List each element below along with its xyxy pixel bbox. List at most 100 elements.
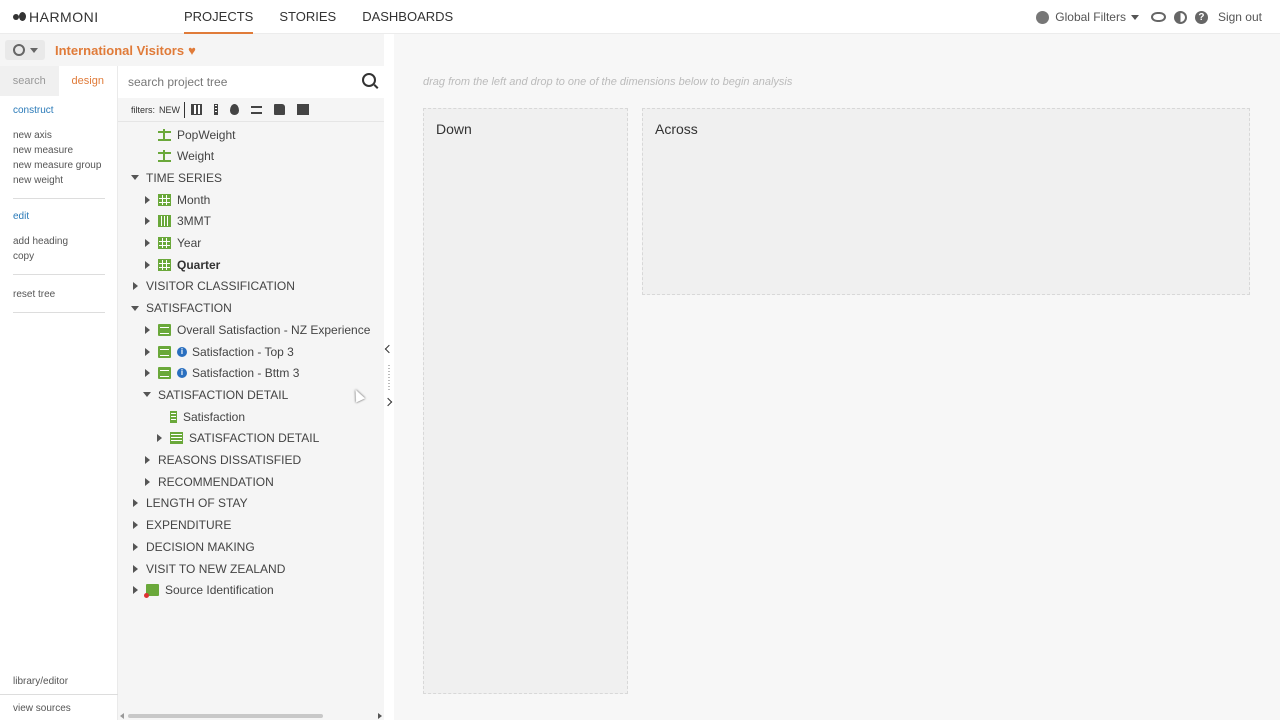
expand-arrow-icon[interactable] (130, 585, 140, 595)
tree-node[interactable]: Satisfaction (154, 406, 245, 427)
tree-node-label: Year (177, 236, 202, 250)
search-icon[interactable] (362, 73, 376, 87)
tree-node[interactable]: VISITOR CLASSIFICATION (130, 276, 295, 297)
folder-filter-icon[interactable] (274, 104, 286, 115)
tree-node[interactable]: DECISION MAKING (130, 536, 255, 557)
expand-arrow-icon[interactable] (130, 281, 140, 291)
tree-node[interactable]: PopWeight (142, 124, 235, 145)
copy-link[interactable]: copy (13, 249, 104, 264)
collapse-arrow-icon[interactable] (130, 173, 140, 183)
filter-new[interactable]: NEW (159, 105, 180, 115)
tree-node-label: Weight (177, 149, 215, 164)
expand-arrow-icon[interactable] (142, 195, 152, 205)
expand-arrow-icon[interactable] (130, 520, 140, 530)
tree-search-input[interactable] (128, 72, 348, 92)
scrollbar-thumb[interactable] (128, 714, 323, 718)
harmoni-logo[interactable]: HARMONI (13, 9, 99, 25)
expand-arrow-icon[interactable] (142, 347, 152, 357)
collapse-panel-icon[interactable] (384, 344, 394, 354)
add-heading-link[interactable]: add heading (13, 234, 104, 249)
info-icon[interactable]: i (177, 346, 187, 357)
tree-node[interactable]: 3MMT (142, 211, 211, 232)
tree-node[interactable]: SATISFACTION DETAIL (154, 428, 319, 449)
tab-dashboards[interactable]: DASHBOARDS (362, 0, 453, 34)
new-measure-group-link[interactable]: new measure group (13, 158, 104, 173)
info-icon[interactable]: i (177, 368, 187, 379)
grid-filter-icon[interactable] (191, 104, 203, 115)
tree-node[interactable]: i Satisfaction - Bttm 3 (142, 363, 299, 384)
tab-stories[interactable]: STORIES (279, 0, 336, 34)
heart-icon[interactable]: ♥ (188, 43, 196, 58)
scroll-right-icon[interactable] (378, 713, 382, 719)
expand-arrow-icon[interactable] (130, 498, 140, 508)
divider (13, 312, 105, 313)
tab-design[interactable]: design (58, 66, 117, 96)
expand-arrow-icon[interactable] (142, 238, 152, 248)
expand-arrow-icon[interactable] (142, 455, 152, 465)
expand-arrow-icon[interactable] (142, 368, 152, 378)
tree-node[interactable]: Month (142, 189, 210, 210)
caret-right-icon (144, 217, 150, 226)
swap-filter-icon[interactable] (251, 105, 263, 114)
tab-projects[interactable]: PROJECTS (184, 0, 254, 34)
tree-node[interactable]: SATISFACTION (130, 298, 232, 319)
edit-heading[interactable]: edit (13, 211, 104, 222)
splitter-grip[interactable] (388, 364, 390, 390)
ruler-icon (170, 410, 177, 423)
global-filters-dropdown[interactable]: Global Filters (1036, 10, 1139, 24)
collapse-arrow-icon[interactable] (130, 303, 140, 313)
location-filter-icon[interactable] (230, 104, 240, 115)
across-drop-zone[interactable]: Across (642, 108, 1250, 295)
caret-right-icon (156, 434, 162, 443)
tree-node[interactable]: Quarter (142, 254, 220, 275)
tree-search-row (118, 66, 384, 98)
expand-arrow-icon[interactable] (142, 260, 152, 270)
expand-panel-icon[interactable] (383, 397, 393, 407)
expand-arrow-icon[interactable] (142, 477, 152, 487)
collapse-arrow-icon[interactable] (142, 390, 152, 400)
scale-icon (158, 128, 171, 141)
tree-node-label: TIME SERIES (146, 170, 223, 185)
tree-node[interactable]: Year (142, 233, 201, 254)
tree-node[interactable]: SATISFACTION DETAIL (142, 384, 288, 405)
expand-arrow-icon[interactable] (142, 325, 152, 335)
reset-tree-link[interactable]: reset tree (13, 287, 104, 302)
sign-out-link[interactable]: Sign out (1218, 10, 1262, 24)
new-axis-link[interactable]: new axis (13, 128, 104, 143)
tree-node[interactable]: REASONS DISSATISFIED (142, 450, 301, 471)
history-button[interactable] (5, 40, 45, 60)
new-measure-link[interactable]: new measure (13, 143, 104, 158)
tree-node[interactable]: Overall Satisfaction - NZ Experience (142, 319, 370, 340)
tree-node[interactable]: Weight (142, 146, 214, 167)
tree-node[interactable]: VISIT TO NEW ZEALAND (130, 558, 285, 579)
help-icon[interactable]: ? (1194, 10, 1208, 24)
tree-node[interactable]: Source Identification (130, 580, 274, 601)
library-editor-link[interactable]: library/editor (13, 676, 68, 687)
measure-filter-icon[interactable] (214, 104, 219, 115)
expand-arrow-icon[interactable] (142, 216, 152, 226)
expand-arrow-icon[interactable] (130, 564, 140, 574)
tree-node[interactable]: i Satisfaction - Top 3 (142, 341, 294, 362)
drop-hint: drag from the left and drop to one of th… (423, 76, 793, 88)
down-drop-zone[interactable]: Down (423, 108, 628, 694)
tab-search[interactable]: search (0, 66, 59, 96)
eye-icon[interactable] (1150, 12, 1166, 22)
construct-heading[interactable]: construct (13, 105, 104, 116)
expand-arrow-icon[interactable] (154, 433, 164, 443)
caret-right-icon (132, 521, 138, 530)
tree-horizontal-scrollbar[interactable] (118, 710, 384, 720)
tree-node[interactable]: EXPENDITURE (130, 515, 231, 536)
contrast-icon[interactable] (1173, 10, 1187, 24)
new-weight-link[interactable]: new weight (13, 173, 104, 188)
tree-node[interactable]: LENGTH OF STAY (130, 493, 248, 514)
scroll-left-icon[interactable] (120, 713, 124, 719)
tree-node[interactable]: RECOMMENDATION (142, 471, 274, 492)
tree-node[interactable]: TIME SERIES (130, 167, 222, 188)
view-sources-link[interactable]: view sources (13, 703, 71, 714)
main-nav: PROJECTS STORIES DASHBOARDS (184, 0, 479, 34)
expand-arrow-icon[interactable] (130, 542, 140, 552)
tree-node-label: Quarter (177, 257, 221, 272)
multi-filter-icon[interactable] (297, 104, 310, 115)
